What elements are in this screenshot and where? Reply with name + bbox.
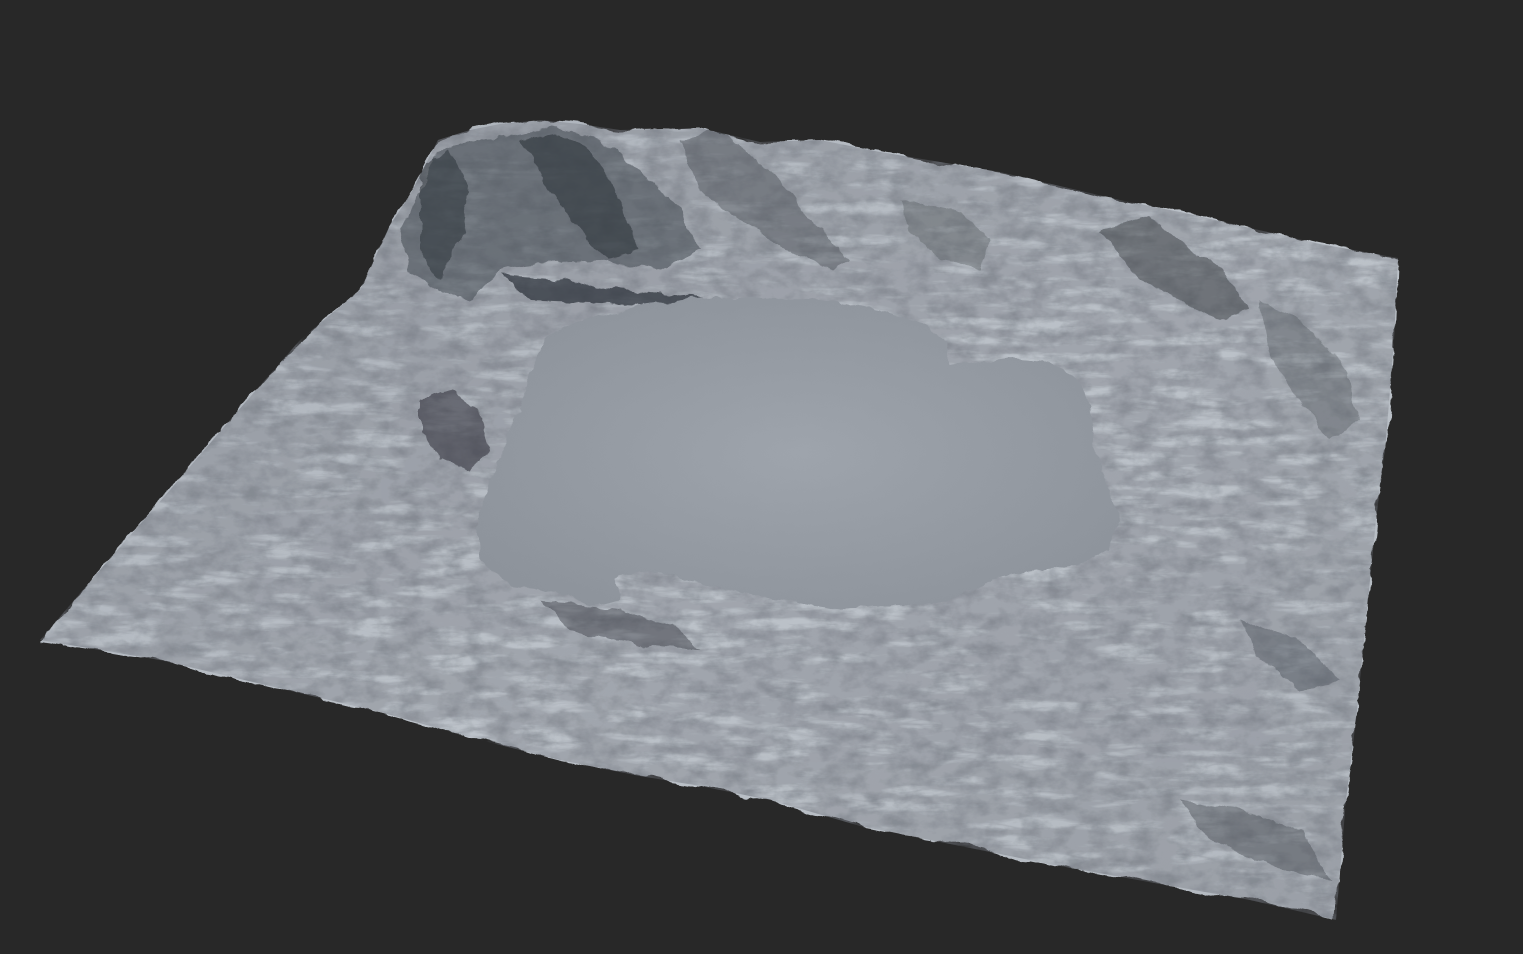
terrain-render xyxy=(40,120,1398,920)
3d-viewport[interactable] xyxy=(0,0,1523,954)
